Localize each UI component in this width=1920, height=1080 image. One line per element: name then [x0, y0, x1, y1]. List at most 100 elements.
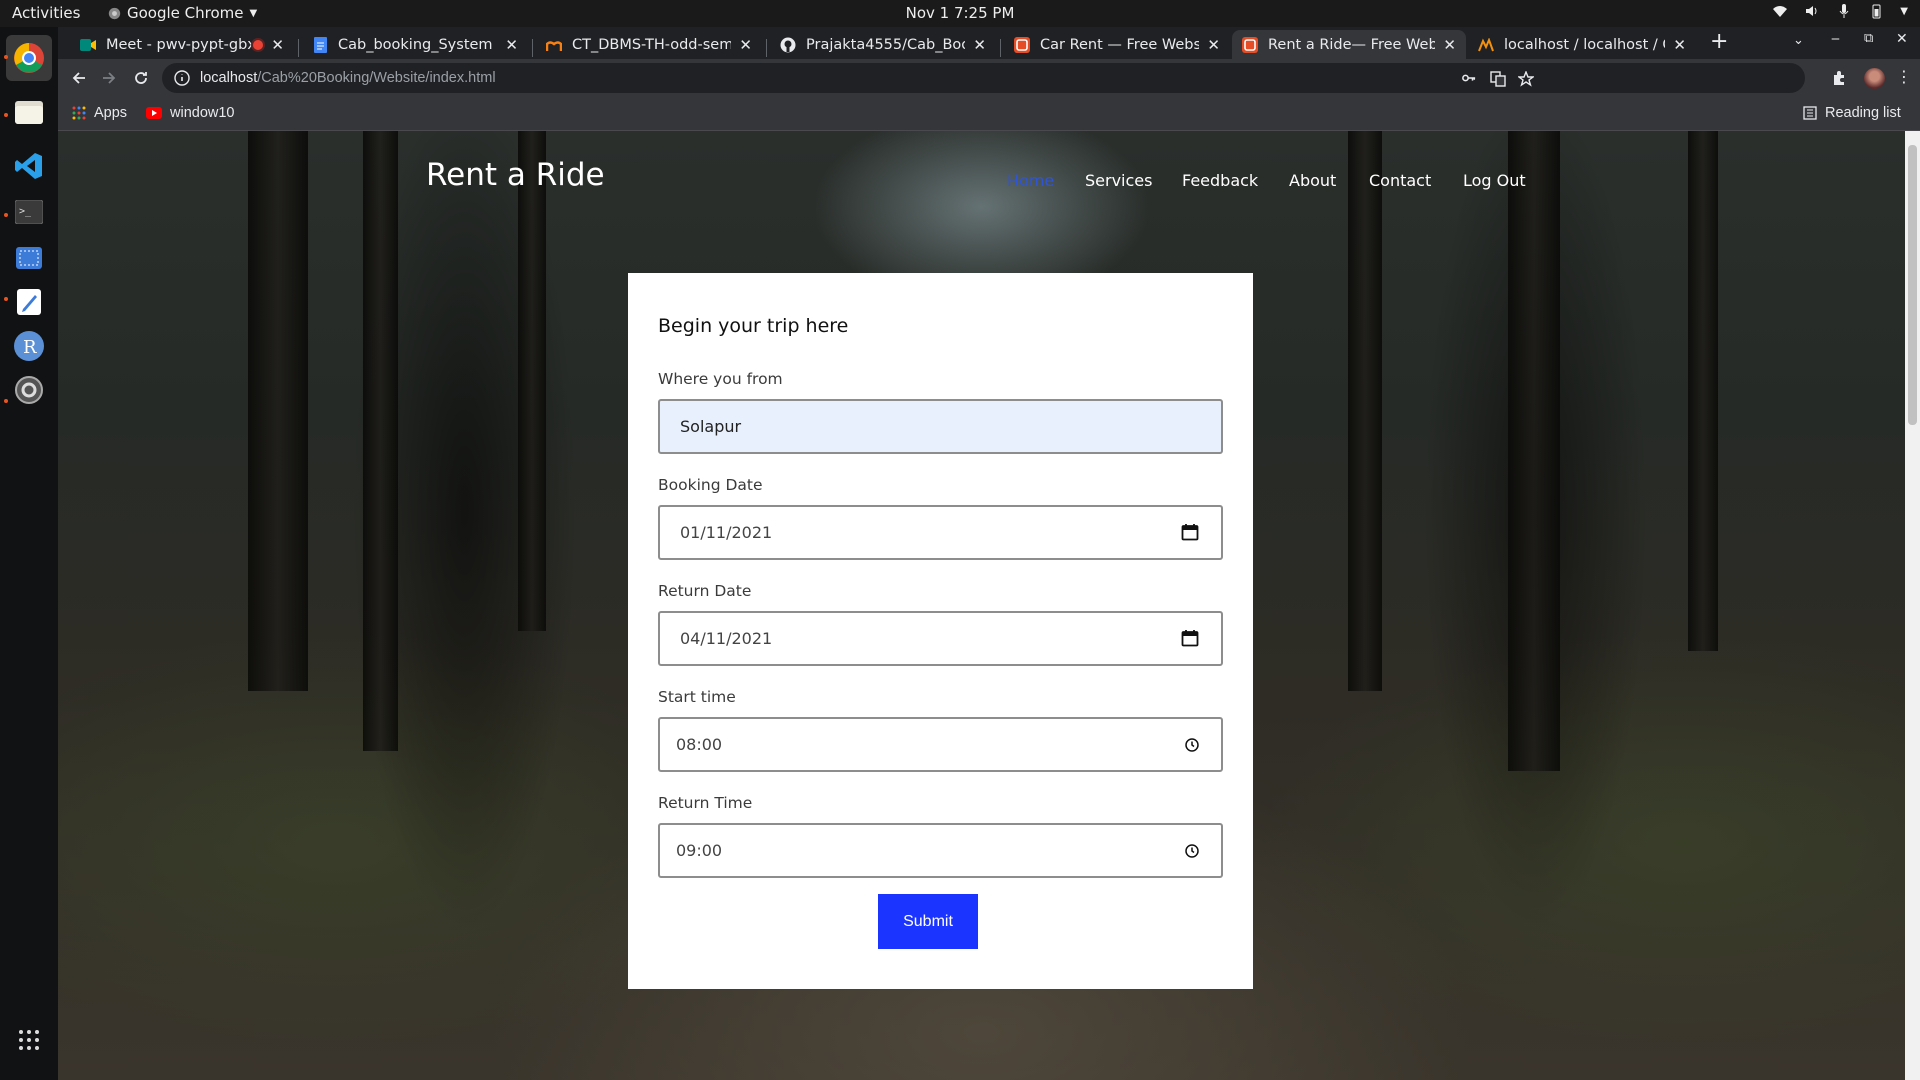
back-button[interactable] [68, 67, 90, 89]
close-tab-icon[interactable]: ✕ [271, 36, 284, 54]
close-tab-icon[interactable]: ✕ [505, 36, 518, 54]
minimize-icon[interactable]: ‒ [1831, 31, 1840, 47]
tab-github[interactable]: Prajakta4555/Cab_Booki ✕ [770, 30, 996, 59]
booking-date-input[interactable]: 01/11/2021 [658, 505, 1223, 560]
dock-screenshot[interactable] [6, 235, 52, 281]
nav-contact[interactable]: Contact [1369, 171, 1431, 190]
reading-list-button[interactable]: Reading list [1803, 105, 1901, 121]
close-window-icon[interactable]: ✕ [1896, 31, 1908, 47]
close-tab-icon[interactable]: ✕ [1673, 36, 1686, 54]
system-tray[interactable]: ▼ [1772, 3, 1908, 19]
new-tab-button[interactable]: + [1710, 29, 1728, 54]
return-time-input[interactable]: 09:00 [658, 823, 1223, 878]
tab-title: CT_DBMS-TH-odd-sem-2 [572, 36, 732, 53]
start-time-value: 08:00 [676, 735, 723, 754]
vscode-icon [15, 153, 42, 179]
tab-meet[interactable]: Meet - pwv-pypt-gbx ✕ [70, 30, 294, 59]
nav-services[interactable]: Services [1085, 171, 1152, 190]
close-tab-icon[interactable]: ✕ [1207, 36, 1220, 54]
page-viewport: Rent a Ride Home Services Feedback About… [58, 131, 1905, 1080]
restore-icon[interactable]: ⧉ [1864, 31, 1873, 46]
wifi-icon [1773, 6, 1788, 17]
tab-docs[interactable]: Cab_booking_System - G ✕ [302, 30, 528, 59]
youtube-icon [146, 107, 162, 119]
tab-phpmyadmin[interactable]: localhost / localhost / Ca ✕ [1468, 30, 1696, 59]
start-time-label: Start time [658, 688, 736, 706]
bookmark-label: Apps [94, 105, 128, 121]
booking-form-card: Begin your trip here Where you from Sola… [628, 273, 1253, 989]
clock-icon[interactable] [1185, 844, 1199, 858]
dock-files[interactable] [6, 89, 52, 135]
return-date-value: 04/11/2021 [680, 629, 773, 648]
arrow-left-icon [72, 72, 85, 84]
nav-logout[interactable]: Log Out [1463, 171, 1526, 190]
dock-r-app[interactable]: R [6, 323, 52, 369]
clock[interactable]: Nov 1 7:25 PM [0, 4, 1920, 22]
clock-icon[interactable] [1185, 738, 1199, 752]
address-bar[interactable]: localhost/Cab%20Booking/Website/index.ht… [162, 63, 1805, 93]
nav-about[interactable]: About [1289, 171, 1336, 190]
tab-moodle[interactable]: CT_DBMS-TH-odd-sem-2 ✕ [536, 30, 762, 59]
nav-home[interactable]: Home [1007, 171, 1054, 190]
reload-button[interactable] [130, 67, 152, 89]
html5-icon [1242, 36, 1258, 53]
tab-rent-a-ride[interactable]: Rent a Ride— Free Websi ✕ [1232, 30, 1466, 59]
from-input[interactable]: Solapur [658, 399, 1223, 454]
tab-title: Meet - pwv-pypt-gbx [106, 36, 254, 53]
background-tree [1688, 131, 1718, 651]
dock-text-editor[interactable] [6, 279, 52, 325]
tab-title: localhost / localhost / Ca [1504, 36, 1666, 53]
extensions-puzzle-icon[interactable] [1831, 70, 1847, 86]
forward-button[interactable] [98, 67, 120, 89]
kebab-menu-icon[interactable]: ⋮ [1896, 67, 1912, 86]
close-tab-icon[interactable]: ✕ [1443, 36, 1456, 54]
calendar-icon[interactable] [1181, 523, 1199, 541]
return-time-value: 09:00 [676, 841, 723, 860]
dock-terminal[interactable]: >_ [6, 189, 52, 235]
return-date-label: Return Date [658, 582, 752, 600]
tab-title: Rent a Ride— Free Websi [1268, 36, 1436, 53]
bookmark-window10[interactable]: window10 [146, 105, 235, 121]
dock-settings[interactable] [6, 367, 52, 413]
bookmark-star-icon[interactable] [1518, 71, 1534, 87]
reading-list-icon [1803, 106, 1817, 120]
chevron-down-icon: ▼ [1900, 5, 1908, 17]
microphone-icon [1839, 4, 1849, 18]
submit-button[interactable]: Submit [878, 894, 978, 949]
screenshot-icon [16, 247, 42, 269]
calendar-icon[interactable] [1181, 629, 1199, 647]
start-time-input[interactable]: 08:00 [658, 717, 1223, 772]
form-heading: Begin your trip here [658, 315, 849, 337]
url-host: localhost [200, 70, 258, 86]
battery-icon [1872, 4, 1881, 19]
apps-grid-icon [72, 106, 86, 120]
booking-date-label: Booking Date [658, 476, 763, 494]
reload-icon [135, 72, 147, 84]
html5-icon [1014, 36, 1030, 53]
tab-title: Car Rent — Free Website [1040, 36, 1200, 53]
profile-avatar[interactable] [1864, 68, 1885, 89]
close-tab-icon[interactable]: ✕ [739, 36, 752, 54]
info-icon[interactable] [174, 70, 190, 86]
page-scrollbar[interactable] [1905, 131, 1920, 1080]
url-path: /Cab%20Booking/Website/index.html [257, 70, 496, 86]
url-text: localhost/Cab%20Booking/Website/index.ht… [200, 70, 496, 86]
return-date-input[interactable]: 04/11/2021 [658, 611, 1223, 666]
tab-car-rent[interactable]: Car Rent — Free Website ✕ [1004, 30, 1230, 59]
close-tab-icon[interactable]: ✕ [973, 36, 986, 54]
scrollbar-thumb[interactable] [1908, 145, 1917, 425]
bookmark-apps[interactable]: Apps [72, 105, 127, 121]
nav-feedback[interactable]: Feedback [1182, 171, 1258, 190]
background-tree [248, 131, 308, 691]
translate-icon[interactable] [1490, 71, 1506, 87]
text-editor-icon [17, 289, 41, 315]
show-applications-button[interactable] [6, 1017, 52, 1063]
background-tree [1508, 131, 1560, 771]
dock-vscode[interactable] [6, 143, 52, 189]
tab-search-chevron-icon[interactable]: ⌄ [1793, 33, 1804, 48]
site-brand[interactable]: Rent a Ride [426, 157, 605, 193]
from-label: Where you from [658, 370, 783, 388]
bookmarks-bar: Apps window10 Reading list [58, 97, 1920, 131]
dock-chrome[interactable] [6, 35, 52, 81]
key-icon[interactable] [1462, 71, 1476, 85]
